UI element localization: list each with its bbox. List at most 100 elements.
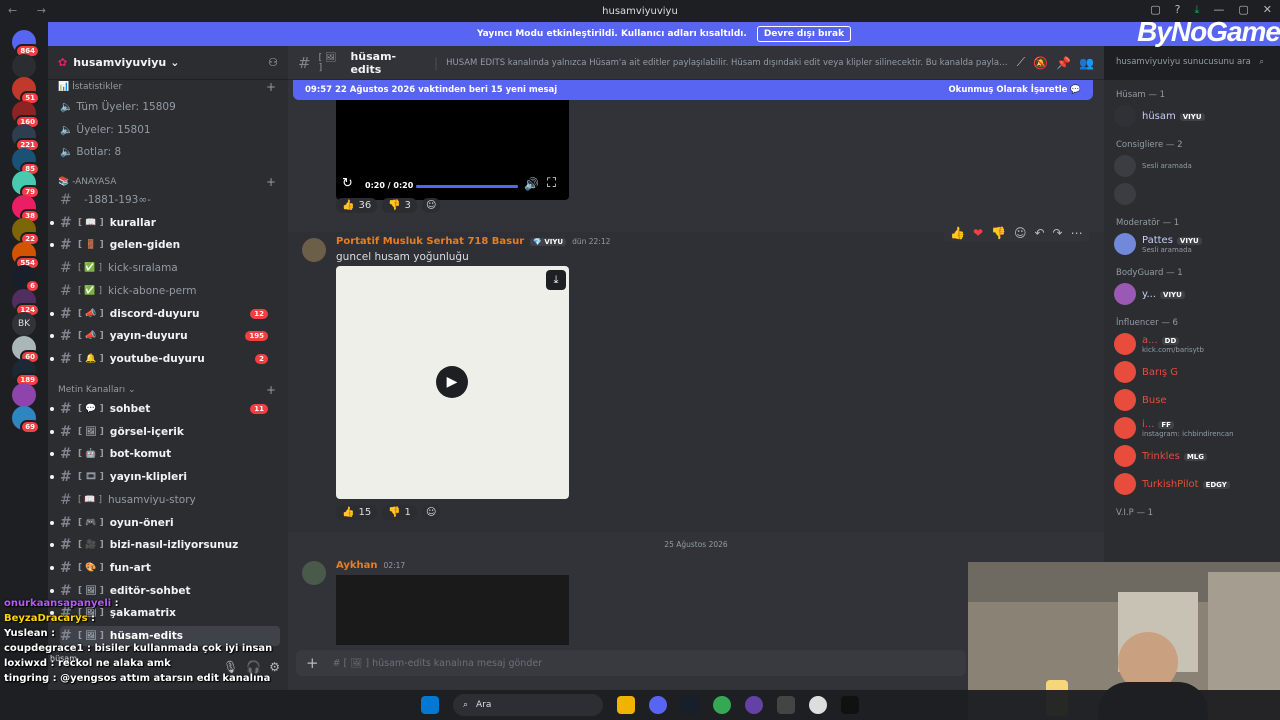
channel-gelen-giden[interactable]: # [ 🚪 ] gelen-giden (50, 235, 280, 255)
pin-icon[interactable]: 📌 (1056, 56, 1071, 70)
server-icon[interactable]: 85 (12, 147, 40, 176)
avatar[interactable] (302, 561, 326, 585)
add-reaction-icon[interactable]: ☺ (1014, 226, 1027, 240)
search-input[interactable]: husamviyuviyu sunucusunu ara ⌕ (1110, 52, 1270, 72)
video-player-1[interactable]: ↻ 0:20 / 0:20 🔊 ⛶ (336, 100, 569, 200)
server-icon[interactable]: 38 (12, 194, 40, 223)
maximize-button[interactable]: ▢ (1238, 3, 1248, 17)
member-item[interactable]: Pattes VIYU Sesli aramada (1114, 232, 1278, 256)
channel-kick-sıralama[interactable]: # [ ✅ ] kick-sıralama (60, 258, 280, 278)
server-icon[interactable]: 22 (12, 218, 40, 246)
server-icon[interactable]: 60 (12, 335, 40, 364)
replay-icon[interactable]: ↻ (342, 176, 353, 191)
member-list-icon[interactable]: 👥 (1079, 56, 1094, 70)
member-item[interactable]: Trinkles MLG (1114, 444, 1278, 468)
anayasa-category[interactable]: 📚 -ANAYASA (58, 177, 116, 187)
channel-discord-duyuru[interactable]: # [ 📣 ] discord-duyuru 12 (50, 304, 280, 324)
channel-bot-komut[interactable]: # [ 🤖 ] bot-komut (50, 444, 280, 464)
discord-icon[interactable] (649, 696, 667, 714)
mark-read-button[interactable]: Okunmuş Olarak İşaretle 💬 (948, 85, 1081, 95)
add-reaction-button[interactable]: ☺ (422, 505, 441, 520)
author-name[interactable]: Aykhan (336, 560, 378, 571)
channel-husamviyu-story[interactable]: # [ 📖 ] husamviyu-story (60, 490, 280, 510)
add-channel-icon[interactable]: + (266, 383, 276, 397)
settings-gear-icon[interactable]: ⚙ (269, 660, 280, 674)
app-icon[interactable] (745, 696, 763, 714)
minimize-button[interactable]: — (1213, 3, 1224, 17)
file-explorer-icon[interactable] (617, 696, 635, 714)
channel-kurallar[interactable]: # [ 📖 ] kurallar (50, 213, 280, 233)
message-composer[interactable]: + # [ 🖼 ] hüsam-edits kanalına mesaj gön… (296, 650, 966, 676)
server-icon[interactable]: 6 (12, 265, 40, 293)
channel-topic[interactable]: HÜSAM EDİTS kanalında yalnızca Hüsam'a a… (446, 58, 1009, 68)
server-icon[interactable] (12, 382, 36, 407)
server-icon[interactable] (12, 53, 36, 78)
member-item[interactable]: y... VIYU (1114, 282, 1278, 306)
reaction-dislike[interactable]: 👎 3 (382, 198, 417, 213)
author-name[interactable]: Portatif Musluk Serhat 718 Basur (336, 236, 524, 247)
channel-oyun-öneri[interactable]: # [ 🎮 ] oyun-öneri (50, 513, 280, 533)
new-messages-bar[interactable]: 09:57 22 Ağustos 2026 vaktinden beri 15 … (293, 80, 1093, 100)
close-button[interactable]: ✕ (1263, 3, 1272, 17)
forward-icon[interactable]: ↷ (1053, 226, 1063, 240)
channel-bizi-nasıl-izliyorsunuz[interactable]: # [ 🎥 ] bizi-nasıl-izliyorsunuz (50, 535, 280, 555)
server-icon[interactable]: 160 (12, 100, 40, 129)
server-icon[interactable]: 189 (12, 359, 40, 387)
server-icon[interactable]: 221 (12, 124, 40, 152)
download-icon[interactable]: ⤓ (1195, 3, 1200, 17)
help-icon[interactable]: ? (1175, 3, 1181, 17)
more-icon[interactable]: ⋯ (1071, 226, 1083, 240)
server-icon[interactable]: 51 (12, 77, 40, 105)
inbox-icon[interactable]: ▢ (1150, 3, 1160, 17)
video-thumbnail-3[interactable] (336, 575, 569, 645)
add-reaction-button[interactable]: ☺ (422, 198, 441, 213)
disable-streamer-mode-button[interactable]: Devre dışı bırak (756, 26, 852, 42)
channel-yayın-duyuru[interactable]: # [ 📣 ] yayın-duyuru 195 (50, 326, 280, 346)
server-icon[interactable]: 124 (12, 288, 40, 317)
reaction-dislike[interactable]: 👎 1 (382, 505, 417, 520)
video-player-2[interactable]: ⤓ ▶ (336, 266, 569, 499)
mic-icon[interactable]: 🎙 (223, 660, 238, 674)
thumbs-up-icon[interactable]: 👍 (950, 226, 965, 240)
member-item[interactable]: hüsam VIYU (1114, 104, 1278, 128)
chrome-icon[interactable] (713, 696, 731, 714)
member-item[interactable]: i... FF instagram: ichbindirencan (1114, 416, 1278, 440)
text-category[interactable]: Metin Kanalları ⌄ (58, 385, 136, 395)
add-member-icon[interactable]: ⚇ (268, 56, 278, 69)
add-channel-icon[interactable]: + (266, 175, 276, 189)
member-item[interactable]: Sesli aramada (1114, 154, 1278, 178)
heart-icon[interactable]: ❤ (973, 226, 983, 240)
server-icon[interactable]: 69 (12, 406, 40, 434)
terminal-icon[interactable] (841, 696, 859, 714)
reaction-like[interactable]: 👍 15 (336, 505, 378, 520)
server-icon[interactable]: 554 (12, 241, 40, 270)
notification-bell-icon[interactable]: 🔕 (1033, 56, 1048, 70)
channel-yayın-klipleri[interactable]: # [ 🎞 ] yayın-klipleri (50, 467, 280, 487)
server-icon[interactable]: BK (12, 312, 36, 336)
play-icon[interactable]: ▶ (436, 366, 468, 398)
reply-icon[interactable]: ↶ (1034, 226, 1044, 240)
channel-kick-abone-perm[interactable]: # [ ✅ ] kick-abone-perm (60, 281, 280, 301)
member-item[interactable]: Buse (1114, 388, 1278, 412)
reaction-like[interactable]: 👍 36 (336, 198, 378, 213)
threads-icon[interactable]: ⟋ (1017, 55, 1025, 70)
windows-start-icon[interactable] (421, 696, 439, 714)
taskbar-search[interactable]: ⌕ Ara (453, 694, 603, 716)
server-icon[interactable]: 79 (12, 171, 40, 199)
video-progress-track[interactable] (416, 185, 518, 188)
member-item[interactable]: TurkishPilot EDGY (1114, 472, 1278, 496)
headset-icon[interactable]: 🎧 (246, 660, 261, 674)
volume-icon[interactable]: 🔊 (524, 177, 539, 191)
server-header[interactable]: ✿ husamviyuviyu ⌄ ⚇ (48, 46, 288, 80)
avatar[interactable] (302, 238, 326, 262)
server-icon[interactable]: 864 (12, 30, 40, 58)
app-icon[interactable] (681, 696, 699, 714)
add-channel-icon[interactable]: + (266, 80, 276, 94)
channel--1881-193∞-[interactable]: # -1881-193∞- (60, 190, 280, 210)
member-item[interactable] (1114, 182, 1278, 206)
channel-görsel-içerik[interactable]: # [ 🖼 ] görsel-içerik (50, 422, 280, 442)
add-attachment-icon[interactable]: + (306, 654, 319, 672)
channel-sohbet[interactable]: # [ 💬 ] sohbet 11 (50, 399, 280, 419)
channel-youtube-duyuru[interactable]: # [ 🔔 ] youtube-duyuru 2 (50, 349, 280, 369)
channel-fun-art[interactable]: # [ 🎨 ] fun-art (50, 558, 280, 578)
